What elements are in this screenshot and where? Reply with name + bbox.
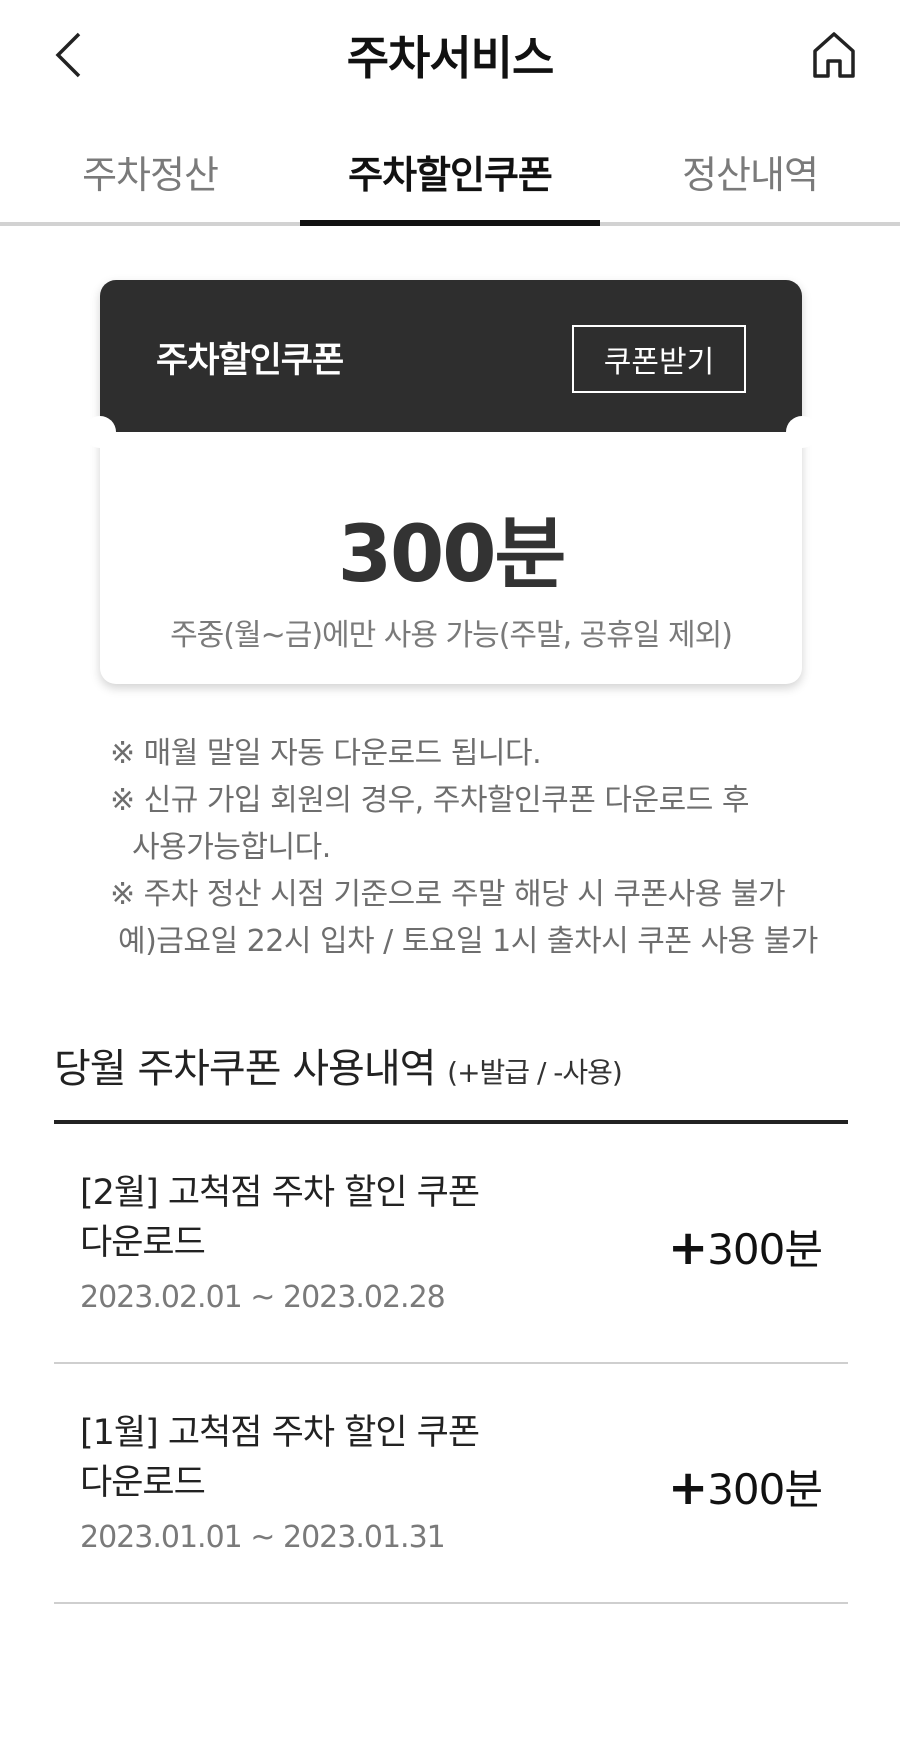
tab-parking-payment[interactable]: 주차정산 — [0, 130, 300, 222]
app-header: 주차서비스 — [0, 0, 900, 110]
notice-item: ※ 주차 정산 시점 기준으로 주말 해당 시 쿠폰사용 불가 — [110, 877, 786, 912]
coupon-card: 주차할인쿠폰 쿠폰받기 300분 주중(월~금)에만 사용 가능(주말, 공휴일… — [84, 280, 818, 684]
coupon-notch-right — [786, 416, 818, 448]
coupon-notch-left — [84, 416, 116, 448]
history-subtitle: (+발급 / -사용) — [447, 1056, 623, 1089]
item-amount: +300분 — [667, 1456, 823, 1517]
history-title: 당월 주차쿠폰 사용내역 — [54, 1046, 436, 1092]
home-button[interactable] — [804, 24, 864, 86]
item-title-line: [2월] 고척점 주차 할인 쿠폰 — [80, 1173, 480, 1213]
plus-sign: + — [667, 1460, 708, 1516]
tab-payment-history[interactable]: 정산내역 — [600, 130, 900, 222]
item-title-line: [1월] 고척점 주차 할인 쿠폰 — [80, 1413, 480, 1453]
tab-bar: 주차정산 주차할인쿠폰 정산내역 — [0, 130, 900, 226]
coupon-usage-note: 주중(월~금)에만 사용 가능(주말, 공휴일 제외) — [170, 618, 733, 653]
item-amount-value: 300분 — [707, 1225, 823, 1274]
get-coupon-button[interactable]: 쿠폰받기 — [572, 325, 746, 393]
history-heading: 당월 주차쿠폰 사용내역 (+발급 / -사용) — [54, 1036, 623, 1094]
coupon-amount: 300분 — [337, 510, 567, 600]
item-title-line: 다운로드 — [80, 1223, 206, 1263]
item-amount-value: 300분 — [707, 1465, 823, 1514]
list-item: [2월] 고척점 주차 할인 쿠폰 다운로드 2023.02.01 ~ 2023… — [54, 1124, 848, 1364]
notice-item: 예)금요일 22시 입차 / 토요일 1시 출차시 쿠폰 사용 불가 — [118, 924, 818, 959]
item-period: 2023.02.01 ~ 2023.02.28 — [80, 1280, 446, 1315]
list-item: [1월] 고척점 주차 할인 쿠폰 다운로드 2023.01.01 ~ 2023… — [54, 1364, 848, 1604]
item-title: [2월] 고척점 주차 할인 쿠폰 다운로드 — [80, 1168, 540, 1268]
home-icon — [813, 32, 855, 78]
item-amount: +300분 — [667, 1216, 823, 1277]
coupon-header: 주차할인쿠폰 쿠폰받기 — [100, 280, 802, 432]
item-period: 2023.01.01 ~ 2023.01.31 — [80, 1520, 446, 1555]
item-title-line: 다운로드 — [80, 1463, 206, 1503]
notice-item: ※ 매월 말일 자동 다운로드 됩니다. — [110, 736, 542, 771]
notice-list: ※ 매월 말일 자동 다운로드 됩니다. ※ 신규 가입 회원의 경우, 주차할… — [110, 730, 830, 965]
coupon-title: 주차할인쿠폰 — [156, 341, 344, 381]
notice-item: 사용가능합니다. — [132, 830, 331, 865]
item-title: [1월] 고척점 주차 할인 쿠폰 다운로드 — [80, 1408, 540, 1508]
page-title: 주차서비스 — [346, 31, 555, 85]
plus-sign: + — [667, 1220, 708, 1276]
history-list: [2월] 고척점 주차 할인 쿠폰 다운로드 2023.02.01 ~ 2023… — [54, 1124, 848, 1604]
tab-parking-coupon[interactable]: 주차할인쿠폰 — [300, 130, 600, 226]
notice-item: ※ 신규 가입 회원의 경우, 주차할인쿠폰 다운로드 후 — [110, 783, 749, 818]
